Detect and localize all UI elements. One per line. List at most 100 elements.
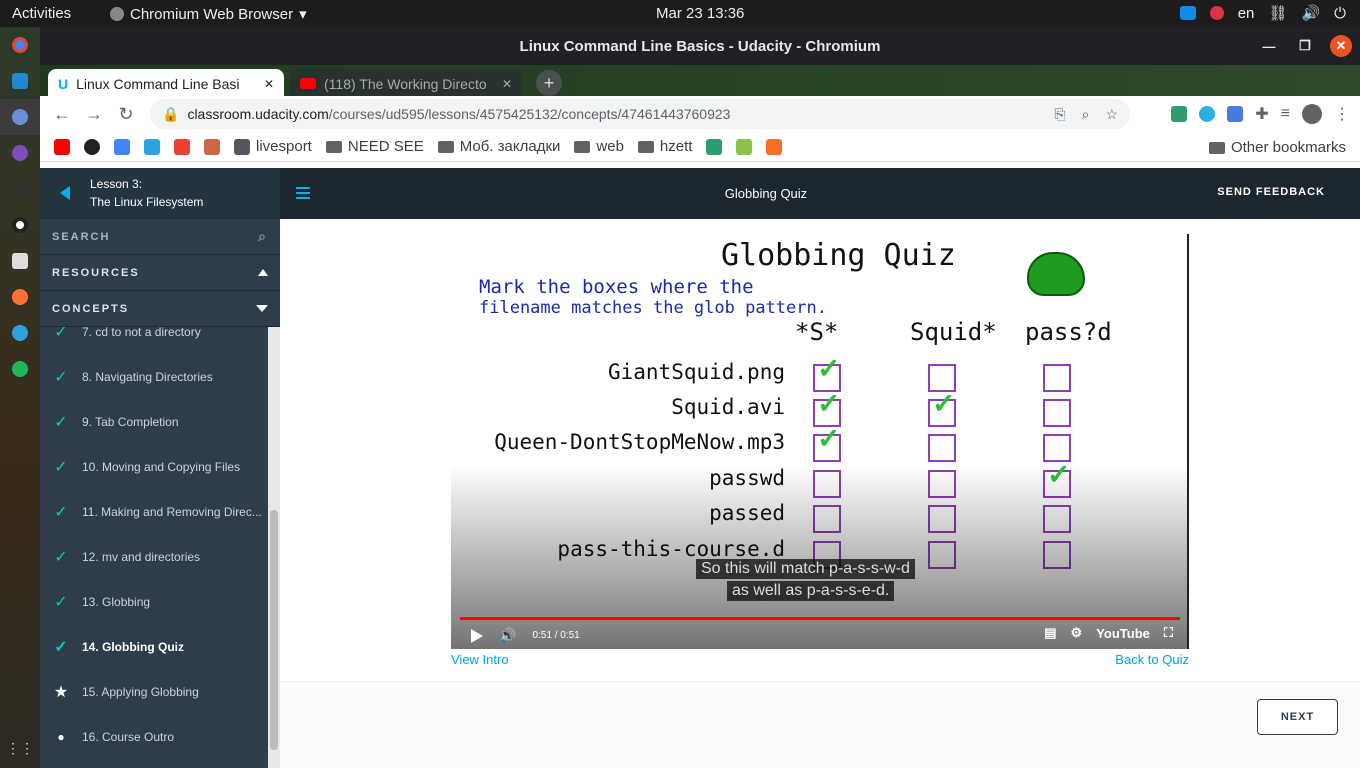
bookmark-star-icon[interactable]: ☆ [1105,106,1118,123]
concept-label: 12. mv and directories [82,549,201,564]
puzzle-icon[interactable]: ✚ [1255,104,1268,124]
volume-icon[interactable]: 🔊 [1301,4,1320,22]
scrollbar-thumb[interactable] [270,510,278,750]
zoom-icon[interactable]: ⌕ [1082,106,1090,123]
address-bar[interactable]: 🔒 classroom.udacity.com /courses/ud595/l… [150,99,1130,129]
window-titlebar[interactable]: Linux Command Line Basics - Udacity - Ch… [40,27,1360,65]
concept-item[interactable]: ✓ 9. Tab Completion [40,399,268,444]
youtube-bookmark-icon[interactable] [54,138,70,155]
system-tray[interactable]: en ⛓ 🔊 ⏻ [1179,4,1346,22]
concept-item[interactable]: ★ 15. Applying Globbing [40,669,268,714]
firefox-icon [12,289,28,305]
extension-r-icon[interactable] [1171,106,1188,122]
dot-icon: ● [57,729,65,744]
caret-down-icon: ▾ [299,6,307,23]
view-intro-link[interactable]: View Intro [451,652,509,667]
dock-telegram[interactable] [0,315,40,351]
tab-strip: U Linux Command Line Basi ✕ (118) The Wo… [40,65,1360,98]
dock-show-apps[interactable]: ⋮⋮ [0,730,40,766]
android-bookmark-icon[interactable] [736,138,753,155]
next-button[interactable]: NEXT [1257,699,1338,735]
concept-item[interactable]: ✓ 13. Globbing [40,579,268,624]
dock-firefox[interactable] [0,279,40,315]
translate-icon[interactable]: ⎘ [1054,106,1065,123]
network-icon[interactable]: ⛓ [1268,4,1287,22]
concept-item[interactable]: ✓ 11. Making and Removing Direc... [40,489,268,534]
sidebar-concepts[interactable]: CONCEPTS [40,291,280,327]
back-arrow-icon[interactable] [60,186,70,200]
power-icon[interactable]: ⏻ [1334,5,1346,22]
gitlab-bookmark-icon[interactable] [766,138,783,155]
chrome-remote-icon[interactable] [1209,6,1224,20]
github-bookmark-icon[interactable] [84,138,100,155]
bookmark-folder-hzett[interactable]: hzett [637,138,692,155]
bookmark-livesport[interactable]: livesport [234,138,312,155]
back-icon[interactable]: ← [46,104,78,125]
bird-bookmark-icon[interactable] [204,138,220,155]
dock-terminal[interactable] [0,171,40,207]
play-icon[interactable] [471,628,483,643]
language-indicator[interactable]: en [1238,5,1255,22]
tab-udacity[interactable]: U Linux Command Line Basi ✕ [48,69,284,98]
extension-wave-icon[interactable] [1199,106,1216,122]
bookmark-folder-web[interactable]: web [574,138,624,155]
checkmark-icon: ✓ [54,368,68,386]
new-tab-button[interactable]: + [536,70,562,96]
tab-youtube[interactable]: (118) The Working Directo ✕ [290,69,522,98]
forward-icon[interactable]: → [78,104,110,125]
concept-item[interactable]: ✓ 12. mv and directories [40,534,268,579]
dock-opera[interactable] [0,207,40,243]
concept-label: 8. Navigating Directories [82,369,213,384]
settings-gear-icon[interactable]: ⚙ [1071,625,1083,641]
bookmarks-bar: livesport NEED SEE Моб. закладки web hze… [40,132,1360,162]
menu-icon[interactable]: ⋮ [1334,104,1350,124]
activities-button[interactable]: Activities [12,5,71,22]
back-to-quiz-link[interactable]: Back to Quiz [1115,652,1189,667]
sidebar-scrollbar[interactable] [268,327,280,768]
sidebar-resources[interactable]: RESOURCES [40,255,280,291]
concept-item[interactable]: ✓ 14. Globbing Quiz [40,624,268,669]
bookmark-folder-need-see[interactable]: NEED SEE [325,138,424,155]
gmail-bookmark-icon[interactable] [174,138,190,155]
app-menu[interactable]: Chromium Web Browser ▾ [110,5,307,23]
teamviewer-icon[interactable] [1179,6,1196,20]
sidebar-search[interactable]: SEARCH ⌕ [40,219,280,255]
lesson-header[interactable]: Lesson 3: The Linux Filesystem [40,168,280,219]
maximize-button[interactable]: ❐ [1294,35,1316,57]
minimize-button[interactable]: — [1258,35,1280,57]
video-player[interactable]: Globbing Quiz Mark the boxes where the f… [451,234,1189,649]
dock-spotify[interactable] [0,351,40,387]
concept-item[interactable]: ● 16. Course Outro [40,714,268,759]
other-bookmarks[interactable]: Other bookmarks [1208,139,1346,156]
extension-v-icon[interactable] [1227,106,1244,122]
dock-chromium[interactable] [0,27,40,63]
dock-files[interactable] [0,243,40,279]
dock-github-desktop[interactable] [0,135,40,171]
concept-item[interactable]: ✓ 8. Navigating Directories [40,354,268,399]
volume-icon[interactable]: 🔊 [499,627,516,644]
profile-avatar-icon[interactable] [1302,104,1322,124]
reload-icon[interactable]: ↻ [110,104,142,125]
close-tab-icon[interactable]: ✕ [502,77,512,91]
concept-title: Globbing Quiz [724,186,808,201]
youtube-logo[interactable]: YouTube [1096,626,1150,641]
dock-chromium-active[interactable] [0,99,40,135]
video-progress-bar[interactable] [460,617,1180,620]
concept-item[interactable]: ✓ 10. Moving and Copying Files [40,444,268,489]
bookmark-folder-mobile[interactable]: Моб. закладки [437,138,560,155]
captions-icon[interactable]: ▤ [1044,625,1056,641]
close-tab-icon[interactable]: ✕ [264,77,274,91]
concept-label: 14. Globbing Quiz [82,639,184,654]
clock[interactable]: Mar 23 13:36 [656,5,744,22]
media-control-icon[interactable]: ≡ [1281,105,1290,123]
dock-vscode[interactable] [0,63,40,99]
search-icon[interactable]: ⌕ [258,228,268,245]
concept-item[interactable]: ✓ 7. cd to not a directory [40,327,268,354]
r-bookmark-icon[interactable] [706,138,723,155]
s-bookmark-icon[interactable] [144,138,160,155]
translate-bookmark-icon[interactable] [114,138,130,155]
close-window-button[interactable]: ✕ [1330,35,1352,57]
send-feedback-button[interactable]: SEND FEEDBACK [1217,186,1325,198]
chromium-icon [12,109,28,125]
fullscreen-icon[interactable]: ⛶ [1164,625,1173,641]
